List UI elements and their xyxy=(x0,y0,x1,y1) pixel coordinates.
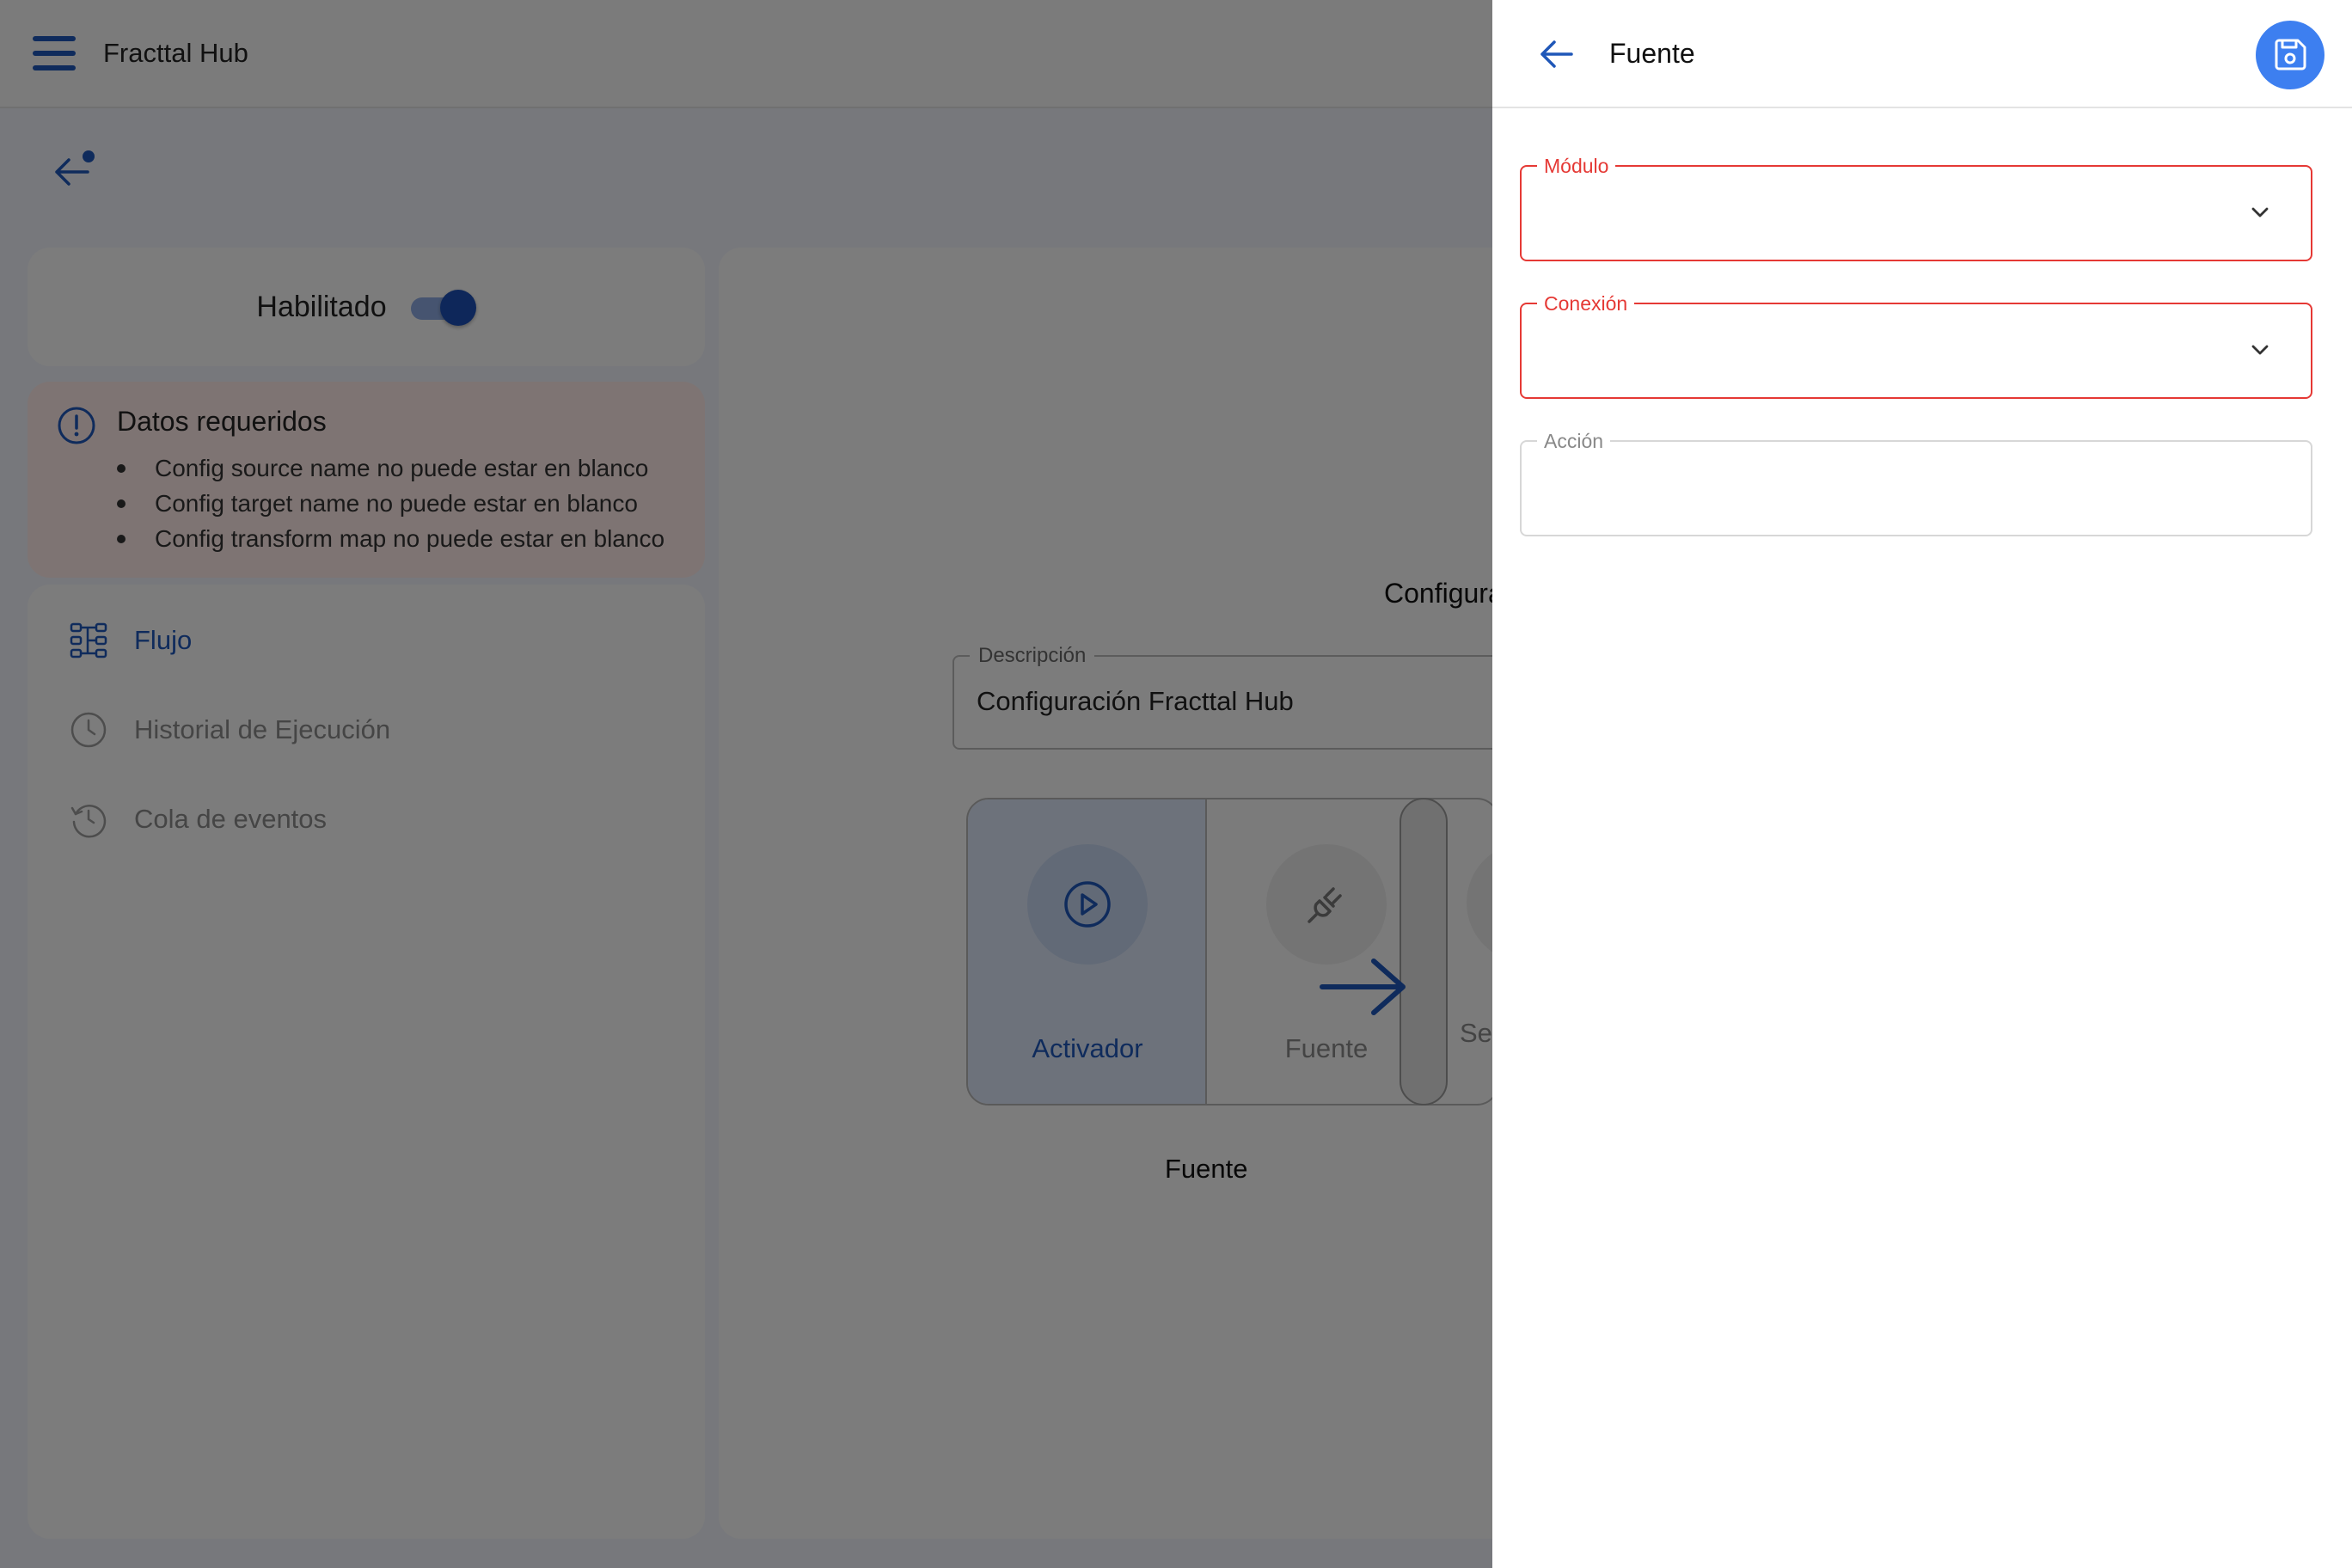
action-field[interactable]: Acción xyxy=(1520,430,2312,536)
connection-select[interactable]: Conexión xyxy=(1520,292,2312,399)
save-button[interactable] xyxy=(2256,21,2324,89)
save-icon xyxy=(2275,39,2306,70)
back-arrow-icon[interactable] xyxy=(1535,33,1578,76)
flow-icon xyxy=(70,622,107,658)
side-panel: Fuente Módulo Conexión Acción xyxy=(1492,0,2352,1568)
play-icon xyxy=(1064,881,1111,928)
flow-step-label: Activador xyxy=(1032,1033,1143,1063)
plug-icon xyxy=(1308,887,1342,923)
flow-step-activator[interactable]: Activador xyxy=(968,799,1207,1104)
step-circle xyxy=(1266,844,1387,965)
connection-label: Conexión xyxy=(1537,292,1635,315)
app-title: Fracttal Hub xyxy=(103,38,248,68)
required-title: Datos requeridos xyxy=(117,406,327,437)
required-item: Config transform map no puede estar en b… xyxy=(117,521,665,556)
navigation-card: Flujo Historial de Ejecución Cola de eve… xyxy=(28,585,705,1539)
notification-dot xyxy=(83,150,95,162)
module-select[interactable]: Módulo xyxy=(1520,155,2312,261)
panel-title: Fuente xyxy=(1609,38,1695,69)
alert-circle-icon xyxy=(58,407,95,444)
menu-icon[interactable] xyxy=(33,36,76,70)
enabled-label: Habilitado xyxy=(256,290,387,323)
clock-icon xyxy=(70,712,107,748)
arrow-right-icon xyxy=(1320,959,1406,1015)
configuration-title: Configura xyxy=(1384,578,1504,609)
required-list: Config source name no puede estar en bla… xyxy=(117,450,665,556)
enabled-toggle[interactable] xyxy=(409,290,476,326)
panel-header: Fuente xyxy=(1492,0,2352,108)
description-value: Configuración Fracttal Hub xyxy=(977,686,1294,716)
flow-scroll-handle[interactable] xyxy=(1400,798,1448,1106)
nav-item-event-queue[interactable]: Cola de eventos xyxy=(69,799,327,839)
required-data-card: Datos requeridos Config source name no p… xyxy=(28,382,705,578)
description-label: Descripción xyxy=(970,644,1095,668)
nav-item-flow[interactable]: Flujo xyxy=(69,621,192,660)
module-label: Módulo xyxy=(1537,155,1616,178)
nav-label-execution-history: Historial de Ejecución xyxy=(134,714,391,744)
enabled-card: Habilitado xyxy=(28,248,705,366)
nav-item-execution-history[interactable]: Historial de Ejecución xyxy=(69,710,390,750)
required-item: Config source name no puede estar en bla… xyxy=(117,450,665,486)
flow-step-label-partial: Se xyxy=(1460,1018,1492,1048)
history-icon xyxy=(70,805,107,838)
required-item: Config target name no puede estar en bla… xyxy=(117,486,665,521)
nav-label-flow: Flujo xyxy=(134,625,193,655)
flow-caption: Fuente xyxy=(1165,1154,1248,1184)
nav-label-event-queue: Cola de eventos xyxy=(134,804,328,834)
action-label: Acción xyxy=(1537,430,1611,453)
step-circle xyxy=(1027,844,1148,965)
chevron-down-icon xyxy=(2251,345,2269,355)
chevron-down-icon xyxy=(2251,207,2269,217)
